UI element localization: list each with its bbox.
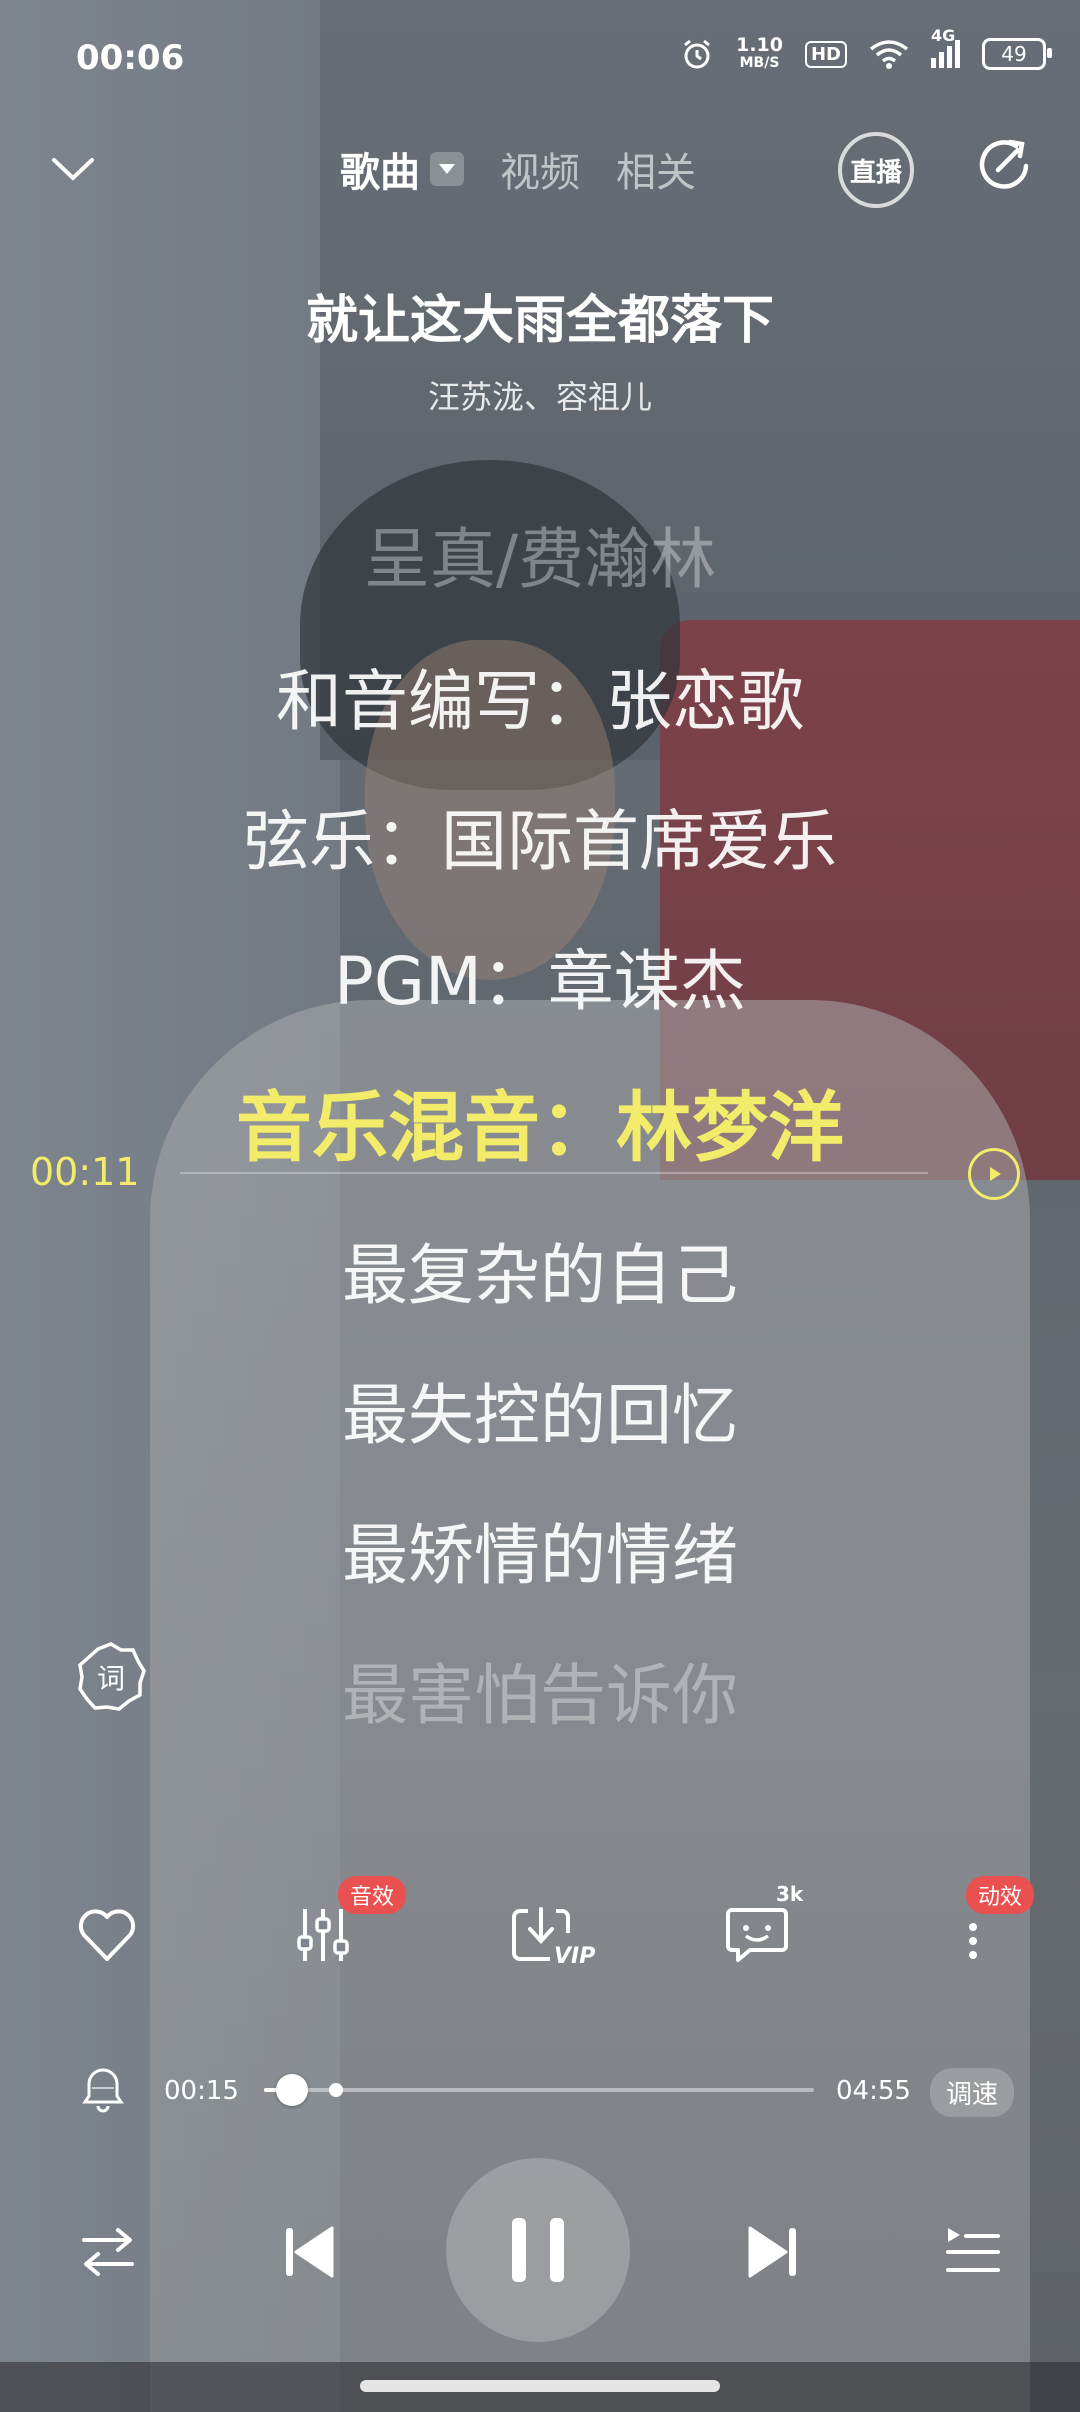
animation-badge: 动效 — [966, 1876, 1035, 1914]
lyric-line: 和音编写：张恋歌 — [276, 663, 804, 740]
tab-bar: 歌曲 视频 相关 — [340, 140, 696, 198]
bell-icon[interactable] — [78, 2064, 128, 2114]
sound-effect-badge: 音效 — [338, 1876, 407, 1914]
status-time: 00:06 — [76, 38, 185, 78]
lyric-line: PGM：章谋杰 — [334, 943, 746, 1020]
tab-songs[interactable]: 歌曲 — [340, 140, 464, 198]
shuffle-button[interactable] — [72, 2216, 144, 2288]
comments-button[interactable]: 3k — [712, 1882, 803, 1980]
progress-thumb[interactable] — [275, 2074, 308, 2106]
song-artist[interactable]: 汪苏泷、容祖儿 — [0, 372, 1080, 418]
lyric-badge-button[interactable]: 词 — [74, 1640, 148, 1714]
playlist-icon — [946, 2228, 1000, 2272]
current-time: 00:15 — [164, 2076, 239, 2106]
heart-icon — [78, 1909, 136, 1961]
lyric-scrub-line — [180, 1172, 928, 1174]
play-from-lyric-icon[interactable] — [968, 1148, 1020, 1200]
status-icons: 1.10 MB/S HD 4G 49 — [680, 26, 1052, 72]
like-button[interactable] — [62, 1890, 152, 1980]
lyric-line-current: 音乐混音：林梦洋 — [236, 1083, 844, 1172]
previous-button[interactable] — [270, 2212, 350, 2292]
live-button[interactable]: 直播 — [838, 132, 914, 208]
home-indicator[interactable] — [360, 2380, 720, 2392]
more-button[interactable]: 动效 — [928, 1876, 1035, 1980]
sound-effect-button[interactable]: 音效 — [278, 1876, 407, 1980]
equalizer-icon — [297, 1909, 349, 1961]
progress-bar[interactable] — [264, 2074, 814, 2106]
cell-signal: 4G — [931, 26, 960, 68]
share-icon[interactable] — [976, 136, 1032, 192]
speed-button[interactable]: 调速 — [930, 2068, 1015, 2117]
shuffle-icon — [82, 2228, 134, 2276]
buffer-marker — [328, 2083, 343, 2097]
play-pause-button[interactable] — [446, 2158, 630, 2342]
lyric-scrub-time: 00:11 — [30, 1150, 140, 1194]
skip-next-icon — [748, 2226, 796, 2278]
hd-badge: HD — [804, 40, 847, 68]
total-time: 04:55 — [836, 2076, 911, 2106]
pause-icon — [512, 2218, 564, 2282]
lyric-line: 呈真/费瀚林 — [363, 521, 717, 598]
next-button[interactable] — [732, 2212, 812, 2292]
lyric-line: 最矫情的情绪 — [342, 1517, 738, 1594]
action-row: 音效 VIP 3k 动效 — [0, 1876, 1080, 2000]
tab-video[interactable]: 视频 — [500, 140, 580, 198]
caret-down-icon — [430, 152, 464, 186]
top-nav: 歌曲 视频 相关 直播 — [0, 120, 1080, 210]
tab-related[interactable]: 相关 — [616, 140, 696, 198]
playlist-button[interactable] — [934, 2214, 1010, 2290]
comment-icon — [726, 1908, 788, 1962]
battery-icon: 49 — [982, 38, 1052, 70]
chevron-down-icon[interactable] — [50, 146, 96, 192]
lyric-line: 最复杂的自己 — [342, 1237, 738, 1314]
skip-previous-icon — [286, 2226, 334, 2278]
lyric-line: 最失控的回忆 — [342, 1377, 738, 1454]
download-button[interactable]: VIP — [500, 1890, 595, 1980]
alarm-icon — [684, 39, 711, 69]
vip-label: VIP — [554, 1944, 596, 1969]
album-art-background — [0, 0, 1080, 2412]
net-speed: 1.10 MB/S — [736, 34, 783, 72]
song-title: 就让这大雨全都落下 — [305, 291, 774, 351]
comment-count: 3k — [776, 1882, 804, 1906]
wifi-icon — [869, 40, 909, 69]
lyric-line: 弦乐：国际首席爱乐 — [243, 803, 837, 880]
lyric-line: 最害怕告诉你 — [342, 1657, 738, 1734]
